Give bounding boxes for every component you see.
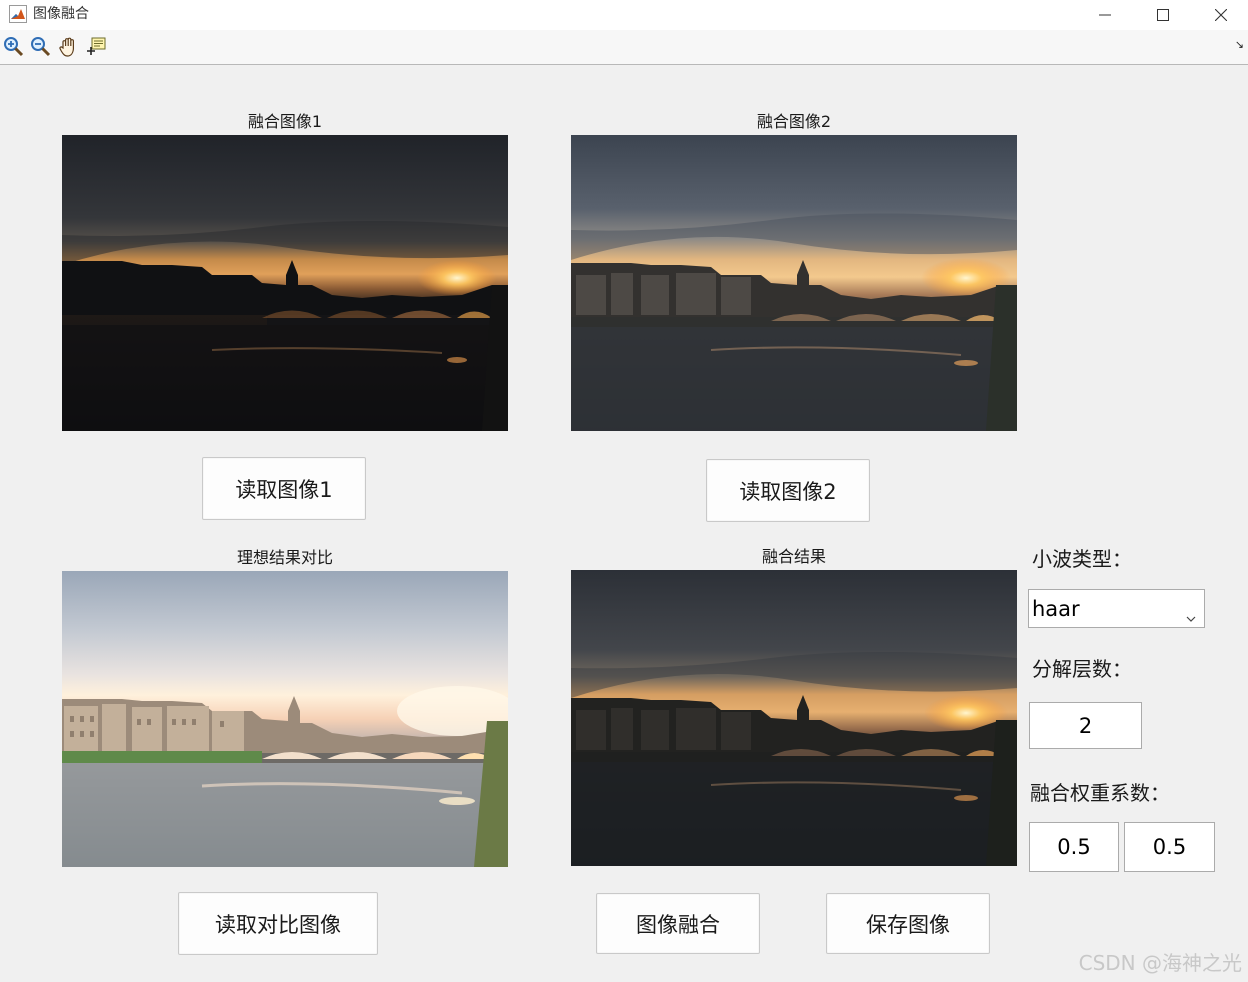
read-image1-button[interactable]: 读取图像1 <box>202 457 366 520</box>
matlab-icon <box>9 5 27 23</box>
weight2-input[interactable]: 0.5 <box>1124 822 1215 872</box>
fuse-button[interactable]: 图像融合 <box>596 893 760 954</box>
axes-title-image1: 融合图像1 <box>247 112 323 131</box>
figure-toolbar: ↘ <box>0 30 1248 65</box>
data-cursor-icon[interactable] <box>85 35 109 59</box>
result-photo <box>571 570 1017 866</box>
pan-icon[interactable] <box>57 35 81 59</box>
axes-title-result: 融合结果 <box>761 547 826 566</box>
title-bar: 图像融合 <box>0 0 1248 30</box>
chevron-down-icon <box>1186 604 1196 628</box>
read-image2-button[interactable]: 读取图像2 <box>706 459 870 522</box>
image1-photo <box>62 135 508 431</box>
wavelet-type-value: haar <box>1032 596 1080 621</box>
wavelet-type-select[interactable]: haar <box>1028 589 1205 628</box>
window-title: 图像融合 <box>33 6 89 22</box>
toolbar-dock-arrow[interactable]: ↘ <box>1235 38 1244 51</box>
watermark-text: CSDN @海神之光 <box>1078 951 1242 975</box>
image2-photo <box>571 135 1017 431</box>
maximize-icon <box>1157 9 1169 21</box>
image2-axes <box>571 135 1017 431</box>
reference-axes <box>62 571 508 867</box>
levels-label: 分解层数： <box>1032 657 1132 681</box>
reference-photo <box>62 571 508 867</box>
save-button[interactable]: 保存图像 <box>826 893 990 954</box>
maximize-button[interactable] <box>1134 0 1192 30</box>
wavelet-type-label: 小波类型： <box>1032 547 1132 571</box>
zoom-in-icon[interactable] <box>2 35 26 59</box>
axes-title-image2: 融合图像2 <box>756 112 832 131</box>
result-axes <box>571 570 1017 866</box>
weights-label: 融合权重系数： <box>1030 781 1170 805</box>
minimize-icon <box>1099 14 1111 16</box>
close-icon <box>1215 9 1227 21</box>
axes-title-reference: 理想结果对比 <box>236 548 333 567</box>
zoom-out-icon[interactable] <box>29 35 53 59</box>
weight1-input[interactable]: 0.5 <box>1029 822 1119 872</box>
image1-axes <box>62 135 508 431</box>
close-button[interactable] <box>1192 0 1248 30</box>
levels-input[interactable]: 2 <box>1029 702 1142 749</box>
read-reference-button[interactable]: 读取对比图像 <box>178 892 378 955</box>
minimize-button[interactable] <box>1076 0 1134 30</box>
